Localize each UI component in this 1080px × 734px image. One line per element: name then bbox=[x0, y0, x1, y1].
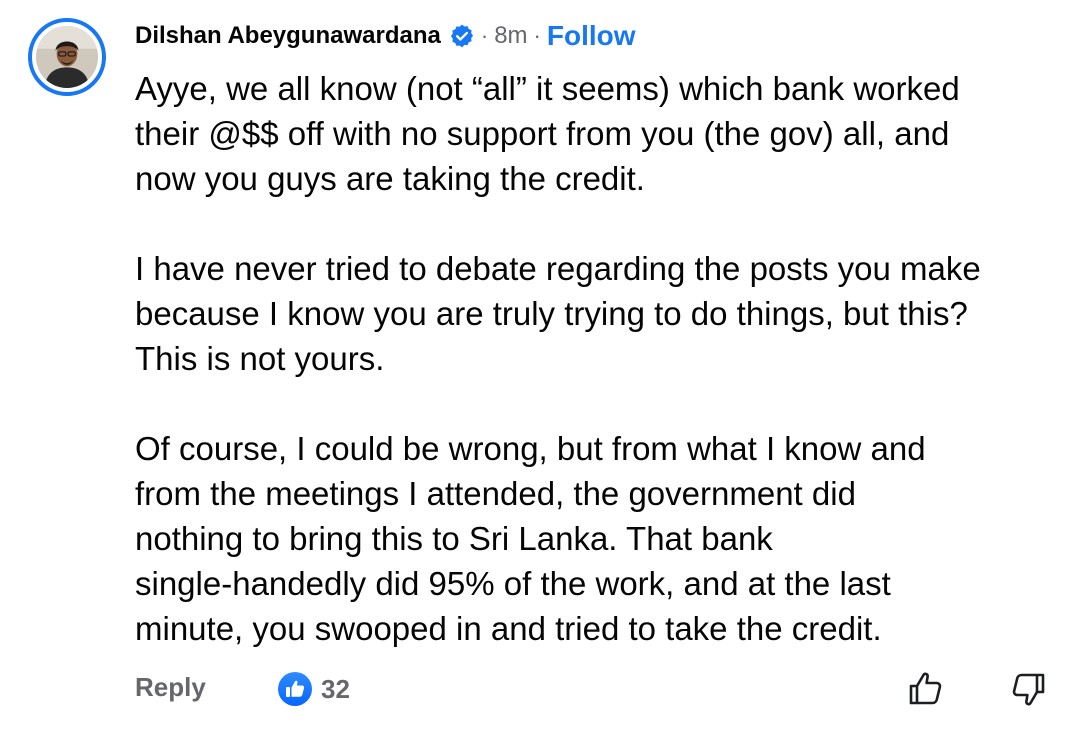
comment-paragraph: Ayye, we all know (not “all” it seems) w… bbox=[135, 66, 1065, 201]
avatar[interactable] bbox=[28, 18, 106, 96]
like-reaction-icon bbox=[277, 671, 313, 707]
comment: Dilshan Abeygunawardana · 8m · Follow Ay… bbox=[0, 0, 1080, 734]
comment-line: nothing to bring this to Sri Lanka. That… bbox=[135, 520, 773, 557]
comment-line: because I know you are truly trying to d… bbox=[135, 295, 968, 332]
follow-button[interactable]: Follow bbox=[547, 20, 636, 52]
reaction-count: 32 bbox=[321, 673, 350, 704]
comment-line: Of course, I could be wrong, but from wh… bbox=[135, 430, 926, 467]
comment-line: single-handedly did 95% of the work, and… bbox=[135, 565, 891, 602]
comment-paragraph: I have never tried to debate regarding t… bbox=[135, 246, 1065, 381]
thumbs-up-outline-icon[interactable] bbox=[905, 668, 947, 710]
avatar-photo bbox=[36, 26, 98, 88]
separator-dot: · bbox=[480, 23, 489, 48]
comment-actions: Reply 32 bbox=[135, 668, 1055, 710]
comment-line: Ayye, we all know (not “all” it seems) w… bbox=[135, 70, 960, 107]
comment-header: Dilshan Abeygunawardana · 8m · Follow bbox=[135, 18, 636, 54]
reply-button[interactable]: Reply bbox=[135, 672, 206, 703]
comment-line: This is not yours. bbox=[135, 340, 385, 377]
comment-body: Ayye, we all know (not “all” it seems) w… bbox=[135, 66, 1065, 651]
comment-line: their @$$ off with no support from you (… bbox=[135, 115, 950, 152]
timestamp[interactable]: 8m bbox=[494, 22, 527, 50]
comment-paragraph: Of course, I could be wrong, but from wh… bbox=[135, 426, 1065, 651]
separator-dot: · bbox=[533, 23, 541, 48]
thumbs-down-outline-icon[interactable] bbox=[1007, 668, 1049, 710]
author-name[interactable]: Dilshan Abeygunawardana bbox=[135, 22, 441, 50]
comment-line: minute, you swooped in and tried to take… bbox=[135, 610, 882, 647]
reaction-summary[interactable]: 32 bbox=[277, 671, 350, 707]
comment-line: now you guys are taking the credit. bbox=[135, 160, 645, 197]
comment-line: I have never tried to debate regarding t… bbox=[135, 250, 981, 287]
comment-line: from the meetings I attended, the govern… bbox=[135, 475, 856, 512]
verified-badge-icon bbox=[449, 23, 475, 49]
